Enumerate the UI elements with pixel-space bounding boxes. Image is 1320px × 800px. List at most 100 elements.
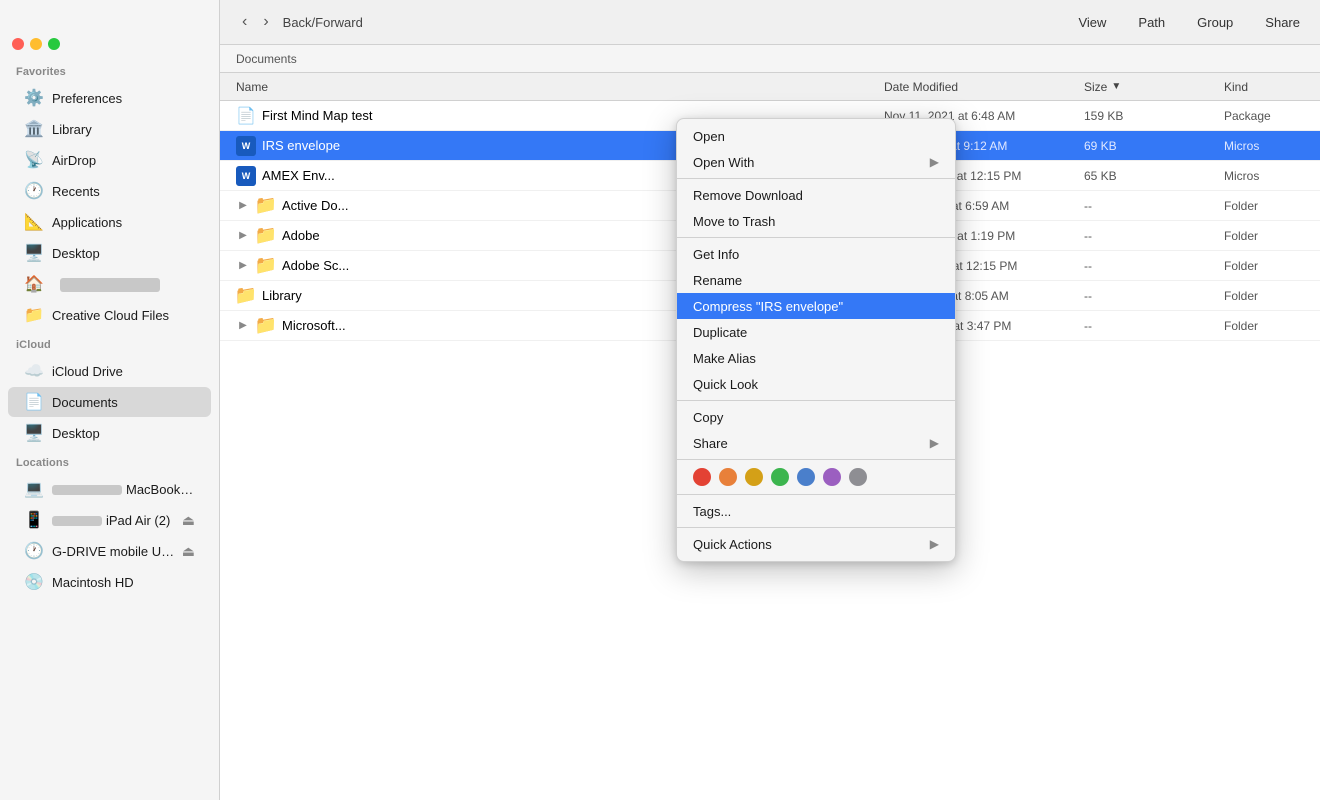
ctx-move-to-trash[interactable]: Move to Trash bbox=[677, 208, 955, 234]
file-name: IRS envelope bbox=[262, 138, 340, 153]
path-button[interactable]: Path bbox=[1134, 13, 1169, 32]
sidebar-item-creative-cloud[interactable]: 📁 Creative Cloud Files bbox=[8, 300, 211, 330]
window-controls bbox=[0, 30, 219, 58]
ipad-icon: 📱 bbox=[24, 510, 44, 530]
file-name: Active Do... bbox=[282, 198, 348, 213]
sidebar-item-macbook[interactable]: 💻 MacBook Pro (2) bbox=[8, 474, 211, 504]
file-kind: Folder bbox=[1224, 259, 1304, 273]
ctx-separator bbox=[677, 400, 955, 401]
toolbar-actions: View Path Group Share bbox=[1074, 13, 1304, 32]
sidebar-item-label: Recents bbox=[52, 184, 100, 199]
sidebar-item-icloud-drive[interactable]: ☁️ iCloud Drive bbox=[8, 356, 211, 386]
group-button[interactable]: Group bbox=[1193, 13, 1237, 32]
date-header[interactable]: Date Modified bbox=[884, 80, 1084, 94]
sidebar-item-desktop-fav[interactable]: 🖥️ Desktop bbox=[8, 238, 211, 268]
file-size: -- bbox=[1084, 259, 1224, 273]
back-forward-label: Back/Forward bbox=[283, 15, 363, 30]
expand-icon[interactable]: ▶ bbox=[236, 259, 250, 273]
sidebar-item-label: Documents bbox=[52, 395, 118, 410]
eject-gdrive-icon[interactable]: ⏏ bbox=[182, 543, 195, 560]
ctx-quick-look[interactable]: Quick Look bbox=[677, 371, 955, 397]
ctx-share[interactable]: Share ▶ bbox=[677, 430, 955, 456]
eject-icon[interactable]: ⏏ bbox=[182, 512, 195, 529]
sidebar-item-recents[interactable]: 🕐 Recents bbox=[8, 176, 211, 206]
tag-orange[interactable] bbox=[719, 468, 737, 486]
forward-button[interactable]: › bbox=[257, 9, 274, 35]
sidebar-item-macintosh-hd[interactable]: 💿 Macintosh HD bbox=[8, 567, 211, 597]
tag-yellow[interactable] bbox=[745, 468, 763, 486]
tag-green[interactable] bbox=[771, 468, 789, 486]
ctx-separator bbox=[677, 527, 955, 528]
expand-icon[interactable]: ▶ bbox=[236, 199, 250, 213]
ctx-separator bbox=[677, 459, 955, 460]
maximize-button[interactable] bbox=[48, 38, 60, 50]
folder-icon: 📁 bbox=[256, 226, 276, 246]
submenu-arrow-share-icon: ▶ bbox=[930, 436, 939, 450]
file-name: First Mind Map test bbox=[262, 108, 373, 123]
file-size: -- bbox=[1084, 289, 1224, 303]
folder-icon: 📁 bbox=[236, 286, 256, 306]
sidebar-item-applications[interactable]: 📐 Applications bbox=[8, 207, 211, 237]
minimize-button[interactable] bbox=[30, 38, 42, 50]
sidebar-item-label: Desktop bbox=[52, 426, 100, 441]
macbook-icon: 💻 bbox=[24, 479, 44, 499]
sidebar-item-label: Creative Cloud Files bbox=[52, 308, 169, 323]
preferences-icon: ⚙️ bbox=[24, 88, 44, 108]
sidebar-item-label: Desktop bbox=[52, 246, 100, 261]
file-size: -- bbox=[1084, 319, 1224, 333]
sidebar-item-label: AirDrop bbox=[52, 153, 96, 168]
expand-icon[interactable]: ▶ bbox=[236, 319, 250, 333]
ctx-quick-actions[interactable]: Quick Actions ▶ bbox=[677, 531, 955, 557]
share-button[interactable]: Share bbox=[1261, 13, 1304, 32]
ctx-color-tags bbox=[677, 463, 955, 491]
sidebar-item-label: Applications bbox=[52, 215, 122, 230]
sidebar-item-label: G-DRIVE mobile USB-C bbox=[52, 544, 182, 559]
ctx-remove-download[interactable]: Remove Download bbox=[677, 182, 955, 208]
ctx-copy[interactable]: Copy bbox=[677, 404, 955, 430]
sidebar-item-desktop-icloud[interactable]: 🖥️ Desktop bbox=[8, 418, 211, 448]
kind-header[interactable]: Kind bbox=[1224, 80, 1304, 94]
ctx-make-alias[interactable]: Make Alias bbox=[677, 345, 955, 371]
submenu-arrow-icon: ▶ bbox=[930, 155, 939, 169]
sidebar-item-preferences[interactable]: ⚙️ Preferences bbox=[8, 83, 211, 113]
ctx-get-info[interactable]: Get Info bbox=[677, 241, 955, 267]
tag-red[interactable] bbox=[693, 468, 711, 486]
tag-gray[interactable] bbox=[849, 468, 867, 486]
library-icon: 🏛️ bbox=[24, 119, 44, 139]
macintosh-hd-icon: 💿 bbox=[24, 572, 44, 592]
ctx-open-with[interactable]: Open With ▶ bbox=[677, 149, 955, 175]
sidebar-item-library[interactable]: 🏛️ Library bbox=[8, 114, 211, 144]
applications-icon: 📐 bbox=[24, 212, 44, 232]
file-name: Adobe bbox=[282, 228, 320, 243]
gdrive-icon: 🕐 bbox=[24, 541, 44, 561]
ctx-duplicate[interactable]: Duplicate bbox=[677, 319, 955, 345]
close-button[interactable] bbox=[12, 38, 24, 50]
sidebar-item-home[interactable]: 🏠 bbox=[8, 269, 211, 299]
airdrop-icon: 📡 bbox=[24, 150, 44, 170]
tag-blue[interactable] bbox=[797, 468, 815, 486]
expand-icon[interactable]: ▶ bbox=[236, 229, 250, 243]
file-size: -- bbox=[1084, 199, 1224, 213]
file-icon: W bbox=[236, 166, 256, 186]
folder-icon: 📁 bbox=[256, 256, 276, 276]
view-button[interactable]: View bbox=[1074, 13, 1110, 32]
tag-purple[interactable] bbox=[823, 468, 841, 486]
ctx-tags[interactable]: Tags... bbox=[677, 498, 955, 524]
sidebar-item-ipad[interactable]: 📱 iPad Air (2) ⏏ bbox=[8, 505, 211, 535]
sidebar-item-documents[interactable]: 📄 Documents bbox=[8, 387, 211, 417]
file-kind: Micros bbox=[1224, 139, 1304, 153]
back-button[interactable]: ‹ bbox=[236, 9, 253, 35]
back-forward-nav: ‹ › Back/Forward bbox=[236, 9, 363, 35]
path-bar: Documents bbox=[220, 45, 1320, 73]
ctx-open[interactable]: Open bbox=[677, 123, 955, 149]
file-name: Adobe Sc... bbox=[282, 258, 349, 273]
size-header[interactable]: Size ▼ bbox=[1084, 80, 1224, 94]
name-header[interactable]: Name bbox=[236, 80, 884, 94]
ctx-compress[interactable]: Compress "IRS envelope" bbox=[677, 293, 955, 319]
ctx-rename[interactable]: Rename bbox=[677, 267, 955, 293]
sidebar-item-airdrop[interactable]: 📡 AirDrop bbox=[8, 145, 211, 175]
file-kind: Folder bbox=[1224, 289, 1304, 303]
file-name: AMEX Env... bbox=[262, 168, 335, 183]
sidebar-item-gdrive[interactable]: 🕐 G-DRIVE mobile USB-C ⏏ bbox=[8, 536, 211, 566]
icloud-section-label: iCloud bbox=[0, 331, 219, 355]
